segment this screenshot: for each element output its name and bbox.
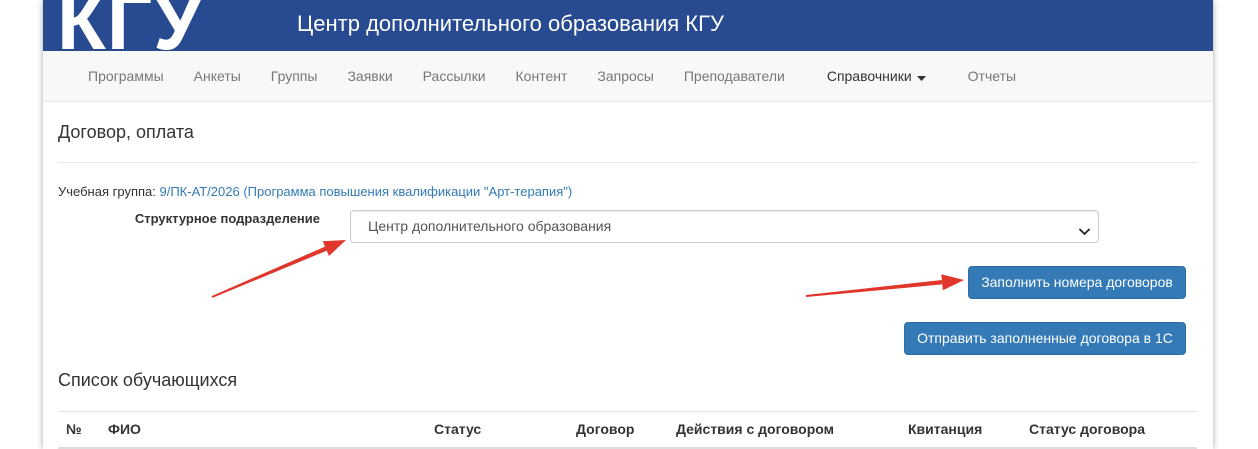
study-group-label: Учебная группа: [58,184,156,199]
site-title: Центр дополнительного образования КГУ [297,11,724,36]
chevron-down-icon [1079,223,1090,241]
students-table-header: № ФИО Статус Договор Действия с договоро… [58,412,1197,449]
caret-down-icon [916,51,926,101]
nav-applications[interactable]: Заявки [332,51,407,102]
department-select[interactable]: Центр дополнительного образования [350,210,1099,243]
fill-contract-numbers-button[interactable]: Заполнить номера договоров [968,266,1186,299]
column-contract: Договор [576,421,635,437]
site-header: КГУ Центр дополнительного образования КГ… [43,0,1213,51]
nav-content[interactable]: Контент [501,51,583,102]
department-label: Структурное подразделение [134,211,320,226]
students-section-title: Список обучающихся [58,370,238,390]
logo[interactable]: КГУ [57,0,204,51]
nav-programs[interactable]: Программы [73,51,179,102]
department-select-value: Центр дополнительного образования [368,218,612,234]
contract-section-title: Договор, оплата [58,122,194,142]
nav-mailings[interactable]: Рассылки [408,51,501,102]
page-container: КГУ Центр дополнительного образования КГ… [43,0,1213,449]
nav-groups[interactable]: Группы [256,51,333,102]
column-status: Статус [434,421,482,437]
nav-directories-dropdown[interactable]: Справочники [812,51,941,102]
nav-reports[interactable]: Отчеты [953,51,1031,102]
column-number: № [66,421,82,437]
study-group-link[interactable]: 9/ПК-АТ/2026 (Программа повышения квалиф… [160,184,573,199]
nav-requests[interactable]: Запросы [582,51,668,102]
nav-menu: Программы Анкеты Группы Заявки Рассылки … [43,51,1213,102]
column-contract-actions: Действия с договором [676,421,835,437]
nav-teachers[interactable]: Преподаватели [669,51,800,102]
send-contracts-to-1c-button[interactable]: Отправить заполненные договора в 1С [904,322,1186,355]
main-navbar: Программы Анкеты Группы Заявки Рассылки … [43,51,1213,102]
nav-directories-label: Справочники [826,68,912,84]
column-full-name: ФИО [108,421,141,437]
nav-questionnaires[interactable]: Анкеты [179,51,256,102]
column-contract-status: Статус договора [1029,421,1146,437]
column-receipt: Квитанция [908,421,983,437]
study-group-line: Учебная группа: 9/ПК-АТ/2026 (Программа … [58,183,572,201]
section-divider [58,162,1197,163]
